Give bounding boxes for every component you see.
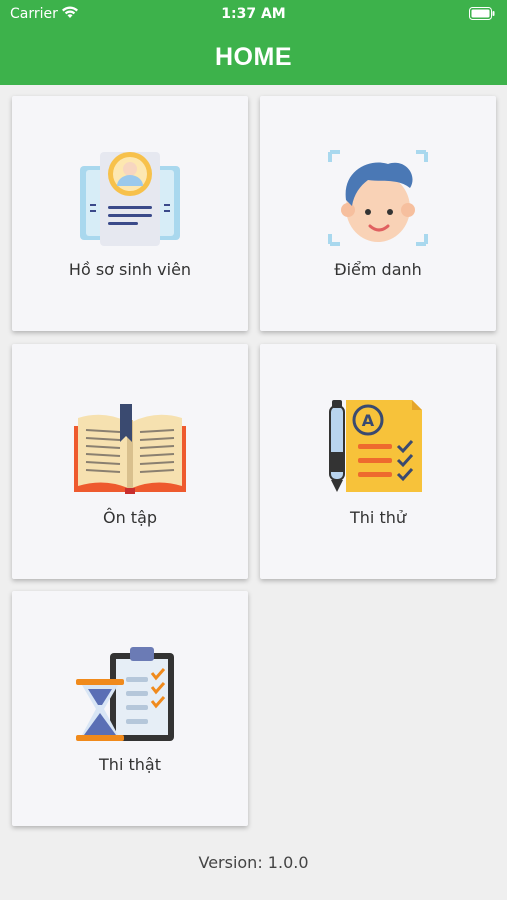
menu-card-practice-test[interactable]: A Thi thử <box>260 344 496 579</box>
hourglass-clipboard-icon <box>70 643 190 743</box>
menu-card-label: Điểm danh <box>334 260 422 279</box>
open-book-icon <box>70 396 190 496</box>
svg-text:A: A <box>362 411 375 430</box>
menu-card-review[interactable]: Ôn tập <box>12 344 248 579</box>
student-profile-icon <box>70 148 190 248</box>
menu-card-label: Thi thử <box>350 508 406 527</box>
status-bar: Carrier 1:37 AM <box>0 0 507 28</box>
menu-card-label: Ôn tập <box>102 508 158 527</box>
exam-checklist-icon: A <box>318 396 438 496</box>
menu-card-real-test[interactable]: Thi thật <box>12 591 248 826</box>
page-title: HOME <box>215 43 292 71</box>
menu-card-attendance[interactable]: Điểm danh <box>260 96 496 331</box>
version-label: Version: 1.0.0 <box>198 853 309 872</box>
clock: 1:37 AM <box>221 6 286 22</box>
battery-icon <box>469 7 495 24</box>
menu-card-label: Hồ sơ sinh viên <box>68 260 192 279</box>
face-scan-icon <box>318 148 438 248</box>
menu-card-student-profile[interactable]: Hồ sơ sinh viên <box>12 96 248 331</box>
app-header: Carrier 1:37 AM HOME <box>0 0 507 85</box>
menu-card-label: Thi thật <box>99 755 161 774</box>
